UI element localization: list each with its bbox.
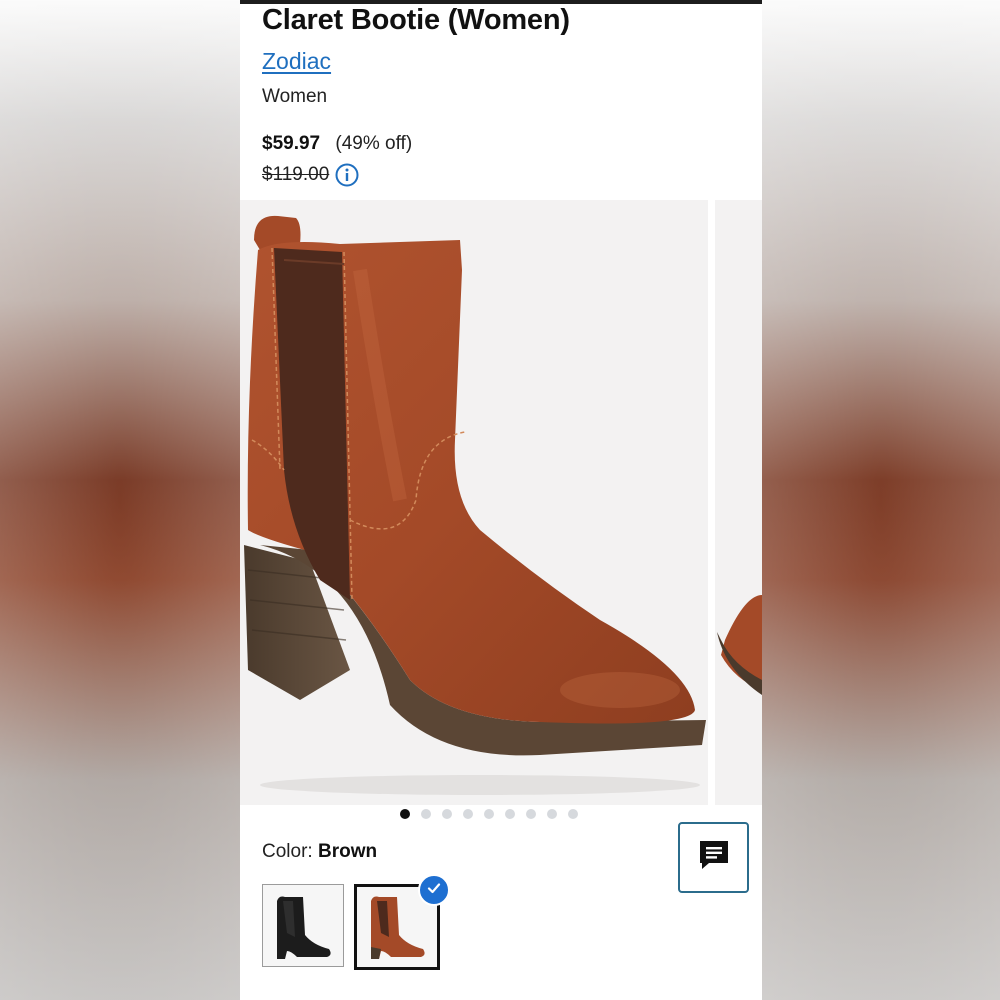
carousel-dot[interactable] <box>421 809 431 819</box>
check-icon <box>426 880 442 901</box>
chat-icon <box>697 838 731 877</box>
product-page: Claret Bootie (Women) Zodiac Women $59.9… <box>240 0 762 1000</box>
discount-label: (49% off) <box>335 133 413 154</box>
product-title: Claret Bootie (Women) <box>262 4 570 36</box>
department-label: Women <box>262 86 328 107</box>
black-boot-swatch[interactable] <box>262 884 344 967</box>
blurred-background-right <box>762 0 1000 1000</box>
blurred-background-left <box>0 0 240 1000</box>
selected-color: Brown <box>317 841 378 862</box>
carousel-dot[interactable] <box>526 809 536 819</box>
carousel-dot[interactable] <box>547 809 557 819</box>
carousel-dot[interactable] <box>568 809 578 819</box>
info-icon[interactable] <box>335 163 359 187</box>
sale-price: $59.97 <box>262 133 321 154</box>
color-selection-label: Color: Brown <box>262 841 377 863</box>
carousel-dot[interactable] <box>484 809 494 819</box>
carousel-dot[interactable] <box>442 809 452 819</box>
chat-button[interactable] <box>678 822 749 893</box>
brand-link[interactable]: Zodiac <box>262 48 331 75</box>
product-image-carousel[interactable] <box>240 200 762 805</box>
carousel-dot[interactable] <box>463 809 473 819</box>
price-row: $59.97 (49% off) <box>262 133 412 155</box>
selected-check-badge <box>418 874 450 906</box>
product-image-next[interactable] <box>715 200 762 805</box>
color-label: Color: <box>262 841 313 862</box>
carousel-dot[interactable] <box>505 809 515 819</box>
product-image-brown-boot[interactable] <box>240 200 708 805</box>
carousel-dot[interactable] <box>400 809 410 819</box>
original-price-row: $119.00 <box>262 163 359 187</box>
carousel-pagination[interactable] <box>400 809 578 819</box>
original-price: $119.00 <box>262 164 330 185</box>
